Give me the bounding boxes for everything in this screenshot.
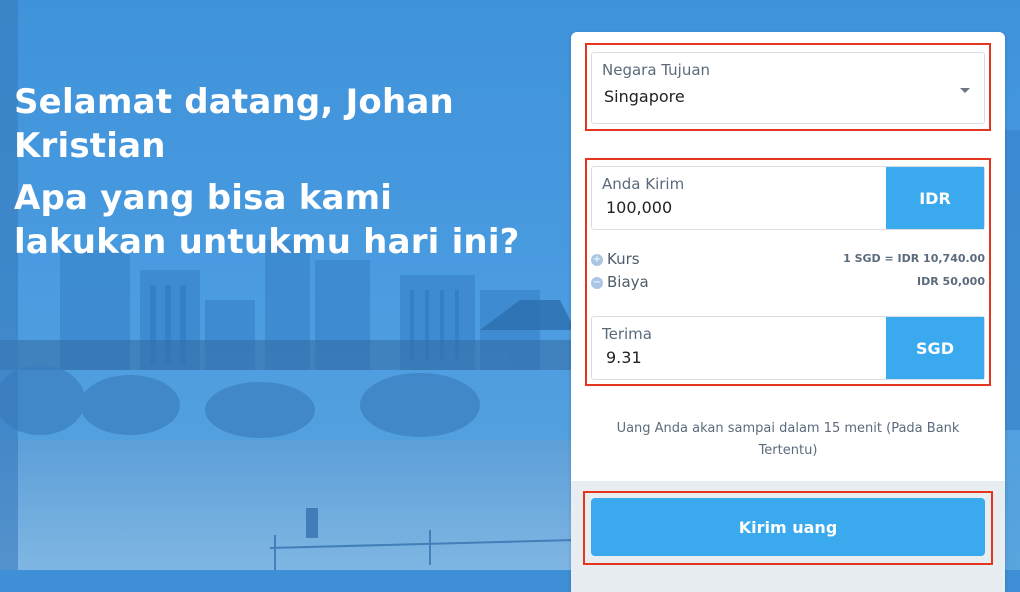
receive-currency-button[interactable]: SGD [886, 317, 984, 379]
fee-label: Biaya [607, 273, 649, 291]
send-amount-value[interactable]: 100,000 [606, 198, 672, 217]
destination-country-select[interactable]: Negara Tujuan Singapore [591, 52, 985, 124]
send-amount-label: Anda Kirim [602, 175, 685, 193]
welcome-question: Apa yang bisa kami lakukan untukmu hari … [14, 178, 520, 262]
send-currency-button[interactable]: IDR [886, 167, 984, 229]
receive-amount-field[interactable]: Terima 9.31 SGD [591, 316, 985, 380]
delivery-note: Uang Anda akan sampai dalam 15 menit (Pa… [616, 421, 960, 458]
send-amount-field[interactable]: Anda Kirim 100,000 IDR [591, 166, 985, 230]
exchange-rate-row: + Kurs 1 SGD = IDR 10,740.00 [591, 250, 985, 270]
minus-icon: − [591, 276, 603, 289]
send-money-button[interactable]: Kirim uang [591, 498, 985, 556]
destination-country-label: Negara Tujuan [602, 61, 711, 79]
plus-icon: + [591, 253, 603, 266]
welcome-greeting: Selamat datang, Johan Kristian [14, 82, 454, 166]
welcome-section: Selamat datang, Johan Kristian Apa yang … [14, 80, 554, 264]
receive-amount-label: Terima [602, 325, 652, 343]
fee-value: IDR 50,000 [917, 275, 985, 288]
exchange-rate-value: 1 SGD = IDR 10,740.00 [843, 252, 985, 265]
receive-amount-value[interactable]: 9.31 [606, 348, 642, 367]
chevron-down-icon [960, 88, 970, 93]
exchange-rate-label: Kurs [607, 250, 640, 268]
fee-row: − Biaya IDR 50,000 [591, 273, 985, 293]
transfer-card: Negara Tujuan Singapore Anda Kirim 100,0… [571, 32, 1005, 592]
destination-country-value: Singapore [604, 87, 685, 106]
